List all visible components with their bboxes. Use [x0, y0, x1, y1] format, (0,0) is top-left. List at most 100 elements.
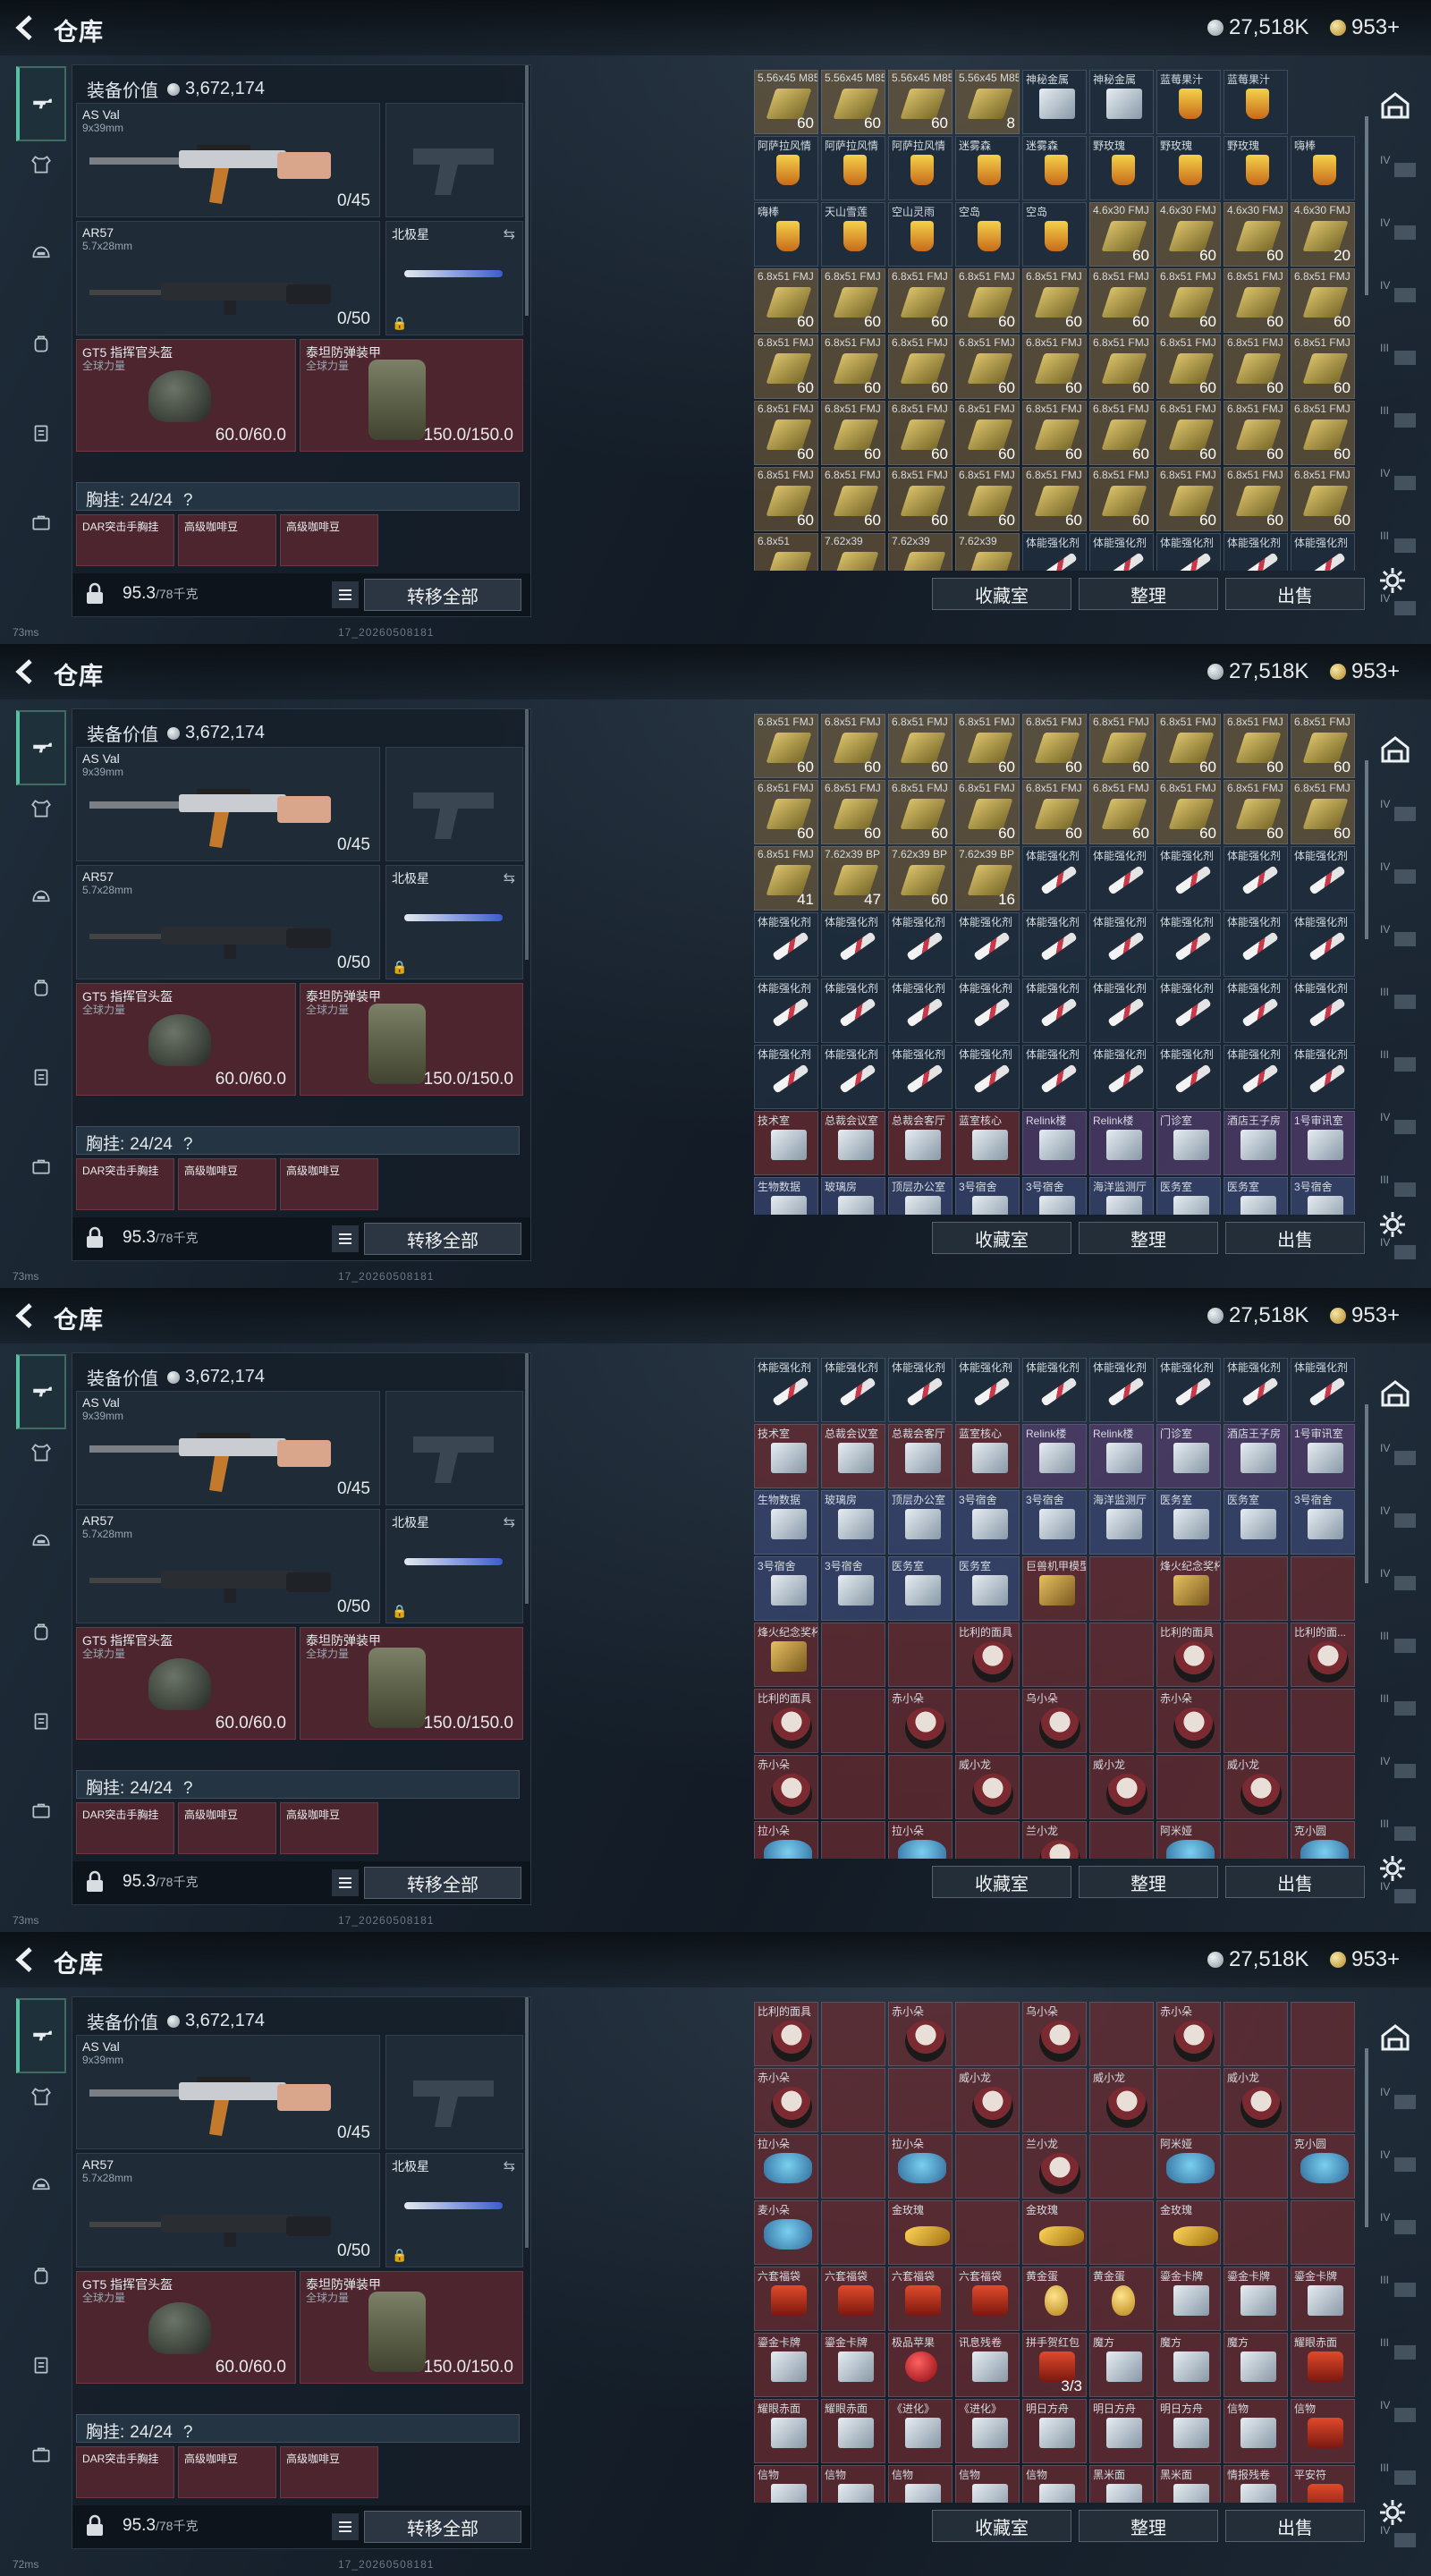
inventory-cell[interactable]: 阿米娅 [1156, 2134, 1221, 2199]
gold-balance[interactable]: 953 + [1330, 659, 1400, 684]
inventory-cell[interactable] [1022, 2068, 1087, 2132]
primary-weapon-slot[interactable]: AS Val 9x39mm 0/45 [76, 103, 380, 217]
inventory-cell[interactable] [1224, 1689, 1288, 1753]
inventory-cell[interactable]: 6.8x51 FMJ 60 [1224, 780, 1288, 844]
inventory-cell[interactable] [1089, 1556, 1154, 1621]
inventory-cell[interactable] [821, 2002, 885, 2066]
armor-slot[interactable]: 泰坦防弹装甲 全球力量 150.0/150.0 [300, 1627, 523, 1740]
inventory-cell[interactable]: 生物数据 [754, 1177, 818, 1215]
chest-rig-item[interactable]: 高级咖啡豆 [178, 1158, 276, 1210]
inventory-cell[interactable] [1022, 1755, 1087, 1819]
inventory-cell[interactable]: 体能强化剂 [1089, 912, 1154, 977]
inventory-cell[interactable]: 3号宿舍 [754, 1556, 818, 1621]
melee-slot[interactable]: 北极星 ⇆ 🔒 [385, 865, 523, 979]
grid-scrollbar[interactable] [1365, 1404, 1368, 1583]
inventory-cell[interactable]: 6.8x51 FMJ 60 [1022, 401, 1087, 465]
chest-rig-item[interactable]: 高级咖啡豆 [280, 1158, 378, 1210]
helmet-slot[interactable]: GT5 指挥官头盔 全球力量 60.0/60.0 [76, 2271, 296, 2384]
inventory-cell[interactable] [1089, 2134, 1154, 2199]
inventory-cell[interactable]: 总裁会议室 [821, 1111, 885, 1175]
inventory-cell[interactable]: 6.8x51 FMJ 60 [1291, 335, 1355, 399]
inventory-cell[interactable]: 医务室 [1224, 1177, 1288, 1215]
inventory-cell[interactable]: 体能强化剂 [754, 912, 818, 977]
grid-scrollbar[interactable] [1365, 116, 1368, 295]
inventory-cell[interactable]: 体能强化剂 [1291, 912, 1355, 977]
sidebar-item-clipboard[interactable] [16, 2327, 66, 2402]
container-tab[interactable]: IV [1380, 1236, 1416, 1263]
inventory-cell[interactable]: 6.8x51 FMJ 60 [1156, 714, 1221, 778]
inventory-cell[interactable]: 6.8x51 FMJ 60 [821, 268, 885, 333]
inventory-cell[interactable] [1089, 1689, 1154, 1753]
inventory-cell[interactable]: 体能强化剂 [754, 1045, 818, 1109]
inventory-cell[interactable]: 阿萨拉风情 [821, 136, 885, 200]
inventory-cell[interactable]: 体能强化剂 [888, 912, 953, 977]
inventory-cell[interactable]: 4.6x30 FMJ 60 [1089, 202, 1154, 267]
inventory-cell[interactable]: 3号宿舍 [1022, 1177, 1087, 1215]
inventory-cell[interactable]: 体能强化剂 [955, 1358, 1020, 1422]
inventory-cell[interactable]: 6.8x51 [754, 533, 818, 571]
inventory-cell[interactable]: 总裁会议室 [821, 1424, 885, 1488]
inventory-cell[interactable]: 神秘金属 [1022, 70, 1087, 134]
container-tab[interactable]: IV [1380, 2148, 1416, 2175]
inventory-cell[interactable] [821, 2200, 885, 2265]
inventory-cell[interactable] [1224, 2200, 1288, 2265]
container-tab[interactable]: III [1380, 342, 1416, 369]
inventory-cell[interactable]: 阿萨拉风情 [754, 136, 818, 200]
inventory-cell[interactable]: 鎏金卡牌 [1291, 2267, 1355, 2331]
inventory-cell[interactable]: 赤小朵 [1156, 1689, 1221, 1753]
inventory-cell[interactable]: 6.8x51 FMJ 60 [1291, 268, 1355, 333]
inventory-cell[interactable]: 3号宿舍 [1291, 1490, 1355, 1555]
inventory-cell[interactable]: 黄金蛋 [1022, 2267, 1087, 2331]
inventory-cell[interactable] [1022, 1623, 1087, 1687]
inventory-cell[interactable]: 烽火纪念奖杯 [754, 1623, 818, 1687]
inventory-cell[interactable]: 情报残卷 [1224, 2465, 1288, 2503]
inventory-cell[interactable]: 6.8x51 FMJ 60 [955, 780, 1020, 844]
inventory-cell[interactable]: 魔方 [1224, 2333, 1288, 2397]
gold-balance[interactable]: 953 + [1330, 15, 1400, 40]
inventory-cell[interactable]: 5.56x45 M855 8 [955, 70, 1020, 134]
inventory-cell[interactable]: 体能强化剂 [1291, 846, 1355, 911]
transfer-all-button[interactable]: 转移全部 [364, 1223, 521, 1255]
inventory-cell[interactable] [1224, 1623, 1288, 1687]
chest-rig-item[interactable]: 高级咖啡豆 [280, 1802, 378, 1854]
inventory-cell[interactable]: 3号宿舍 [821, 1556, 885, 1621]
inventory-cell[interactable]: 威小龙 [1224, 1755, 1288, 1819]
sort-button[interactable]: 整理 [1079, 1222, 1218, 1254]
sidebar-item-briefcase[interactable] [16, 1129, 66, 1204]
sidebar-item-backpack[interactable] [16, 306, 66, 381]
container-tab[interactable]: IV [1380, 1880, 1416, 1907]
swap-icon[interactable]: ⇆ [504, 869, 515, 887]
inventory-cell[interactable]: 拉小朵 [754, 1821, 818, 1859]
inventory-cell[interactable]: 极品苹果 [888, 2333, 953, 2397]
inventory-cell[interactable]: 顶层办公室 [888, 1490, 953, 1555]
inventory-cell[interactable] [1291, 1689, 1355, 1753]
list-view-button[interactable] [332, 581, 359, 608]
inventory-cell[interactable]: 体能强化剂 [1224, 1045, 1288, 1109]
inventory-cell[interactable]: 6.8x51 FMJ 60 [1089, 268, 1154, 333]
secondary-weapon-slot[interactable]: AR57 5.7x28mm 0/50 [76, 221, 380, 335]
collection-room-button[interactable]: 收藏室 [932, 1222, 1071, 1254]
inventory-cell[interactable]: 技术室 [754, 1111, 818, 1175]
inventory-cell[interactable]: 6.8x51 FMJ 60 [888, 780, 953, 844]
secondary-weapon-slot[interactable]: AR57 5.7x28mm 0/50 [76, 2153, 380, 2267]
inventory-cell[interactable]: 6.8x51 FMJ 60 [754, 467, 818, 531]
inventory-cell[interactable]: 6.8x51 FMJ 60 [1089, 401, 1154, 465]
inventory-cell[interactable]: 信物 [1022, 2465, 1087, 2503]
inventory-cell[interactable]: 6.8x51 FMJ 60 [1089, 335, 1154, 399]
container-tab[interactable]: III [1380, 1048, 1416, 1075]
help-icon[interactable]: ? [183, 2423, 193, 2442]
inventory-cell[interactable] [1224, 2134, 1288, 2199]
inventory-cell[interactable]: 《进化》 [955, 2399, 1020, 2463]
inventory-cell[interactable]: 信物 [888, 2465, 953, 2503]
inventory-cell[interactable]: 体能强化剂 [1022, 1045, 1087, 1109]
inventory-cell[interactable]: 6.8x51 FMJ 60 [754, 335, 818, 399]
inventory-cell[interactable]: 6.8x51 FMJ 60 [1224, 467, 1288, 531]
inventory-cell[interactable]: 体能强化剂 [1156, 1045, 1221, 1109]
inventory-cell[interactable] [821, 2068, 885, 2132]
sell-button[interactable]: 出售 [1225, 2510, 1365, 2542]
inventory-cell[interactable] [888, 1755, 953, 1819]
swap-icon[interactable]: ⇆ [504, 2157, 515, 2175]
container-tab[interactable]: III [1380, 1174, 1416, 1200]
inventory-cell[interactable]: 医务室 [1156, 1490, 1221, 1555]
inventory-cell[interactable]: 体能强化剂 [1291, 1358, 1355, 1422]
